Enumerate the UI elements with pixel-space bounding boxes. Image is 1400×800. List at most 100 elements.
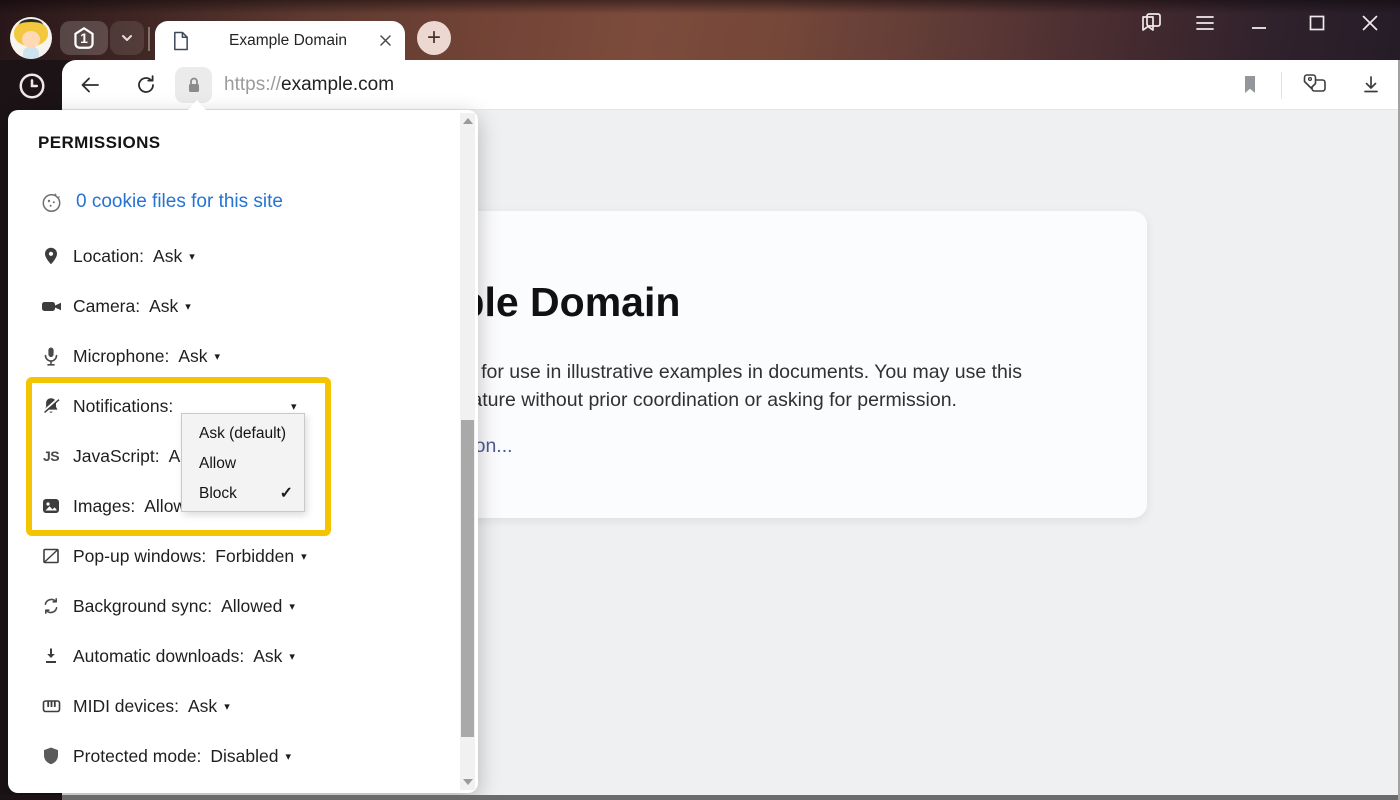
permission-label: Images: <box>73 496 135 517</box>
avatar-headband <box>19 19 43 31</box>
cookie-icon <box>38 191 64 214</box>
plus-icon: + <box>427 24 441 52</box>
downloads-button[interactable] <box>1359 73 1383 97</box>
permission-value[interactable]: Ask <box>153 246 182 267</box>
caret-down-icon[interactable]: ▾ <box>286 750 292 763</box>
dropdown-item-allow[interactable]: Allow ✓ <box>182 449 304 479</box>
bookmark-button[interactable] <box>1238 73 1262 97</box>
permission-label: Notifications: <box>73 396 173 417</box>
dialogs-button[interactable] <box>1139 11 1163 35</box>
url-domain: example.com <box>281 74 394 95</box>
window-bottom-edge <box>0 795 1400 800</box>
scrollbar-thumb[interactable] <box>461 420 474 737</box>
permission-label: Pop-up windows: <box>73 546 206 567</box>
caret-down-icon[interactable]: ▾ <box>289 600 295 613</box>
caret-down-icon[interactable]: ▾ <box>289 650 295 663</box>
check-icon: ✓ <box>280 479 293 509</box>
dropdown-item-block[interactable]: Block ✓ <box>182 479 304 509</box>
collections-tag-icon <box>1301 72 1329 98</box>
new-tab-button[interactable]: + <box>417 21 451 55</box>
address-bar[interactable]: https://example.com <box>224 60 394 110</box>
toolbar: https://example.com <box>62 60 1400 110</box>
permission-value[interactable]: Ask <box>188 696 217 717</box>
cookie-files-link[interactable]: 0 cookie files for this site <box>76 191 283 213</box>
notifications-off-icon <box>38 396 64 416</box>
avatar-face <box>22 31 40 48</box>
permission-label: Background sync: <box>73 596 212 617</box>
reload-button[interactable] <box>134 73 158 97</box>
close-window-button[interactable] <box>1358 11 1382 35</box>
permission-label: Camera: <box>73 296 140 317</box>
permission-row-microphone: Microphone: Ask ▾ <box>38 331 438 381</box>
background-sync-icon <box>38 596 64 616</box>
tab-groups-chevron-button[interactable] <box>110 21 144 55</box>
caret-down-icon[interactable]: ▾ <box>185 300 191 313</box>
collections-button[interactable] <box>1303 73 1327 97</box>
caret-down-icon[interactable]: ▾ <box>215 350 221 363</box>
back-button[interactable] <box>78 73 102 97</box>
dialogs-bookmark-icon <box>1138 11 1164 35</box>
profile-avatar[interactable] <box>10 17 52 59</box>
permission-label: JavaScript: <box>73 446 160 467</box>
dropdown-item-label: Block <box>199 485 237 502</box>
cookie-files-link-row[interactable]: 0 cookie files for this site <box>38 180 283 224</box>
permission-label: Protected mode: <box>73 746 201 767</box>
caret-down-icon[interactable]: ▾ <box>301 550 307 563</box>
maximize-icon <box>1308 14 1326 32</box>
permission-label: Automatic downloads: <box>73 646 244 667</box>
tab-groups-button[interactable]: 1 <box>60 21 108 55</box>
avatar-body <box>23 47 39 59</box>
caret-down-icon[interactable]: ▾ <box>224 700 230 713</box>
notifications-dropdown-menu: Ask (default) ✓ Allow ✓ Block ✓ <box>181 413 305 512</box>
tab-title: Example Domain <box>198 32 378 50</box>
permission-row-auto-downloads: Automatic downloads: Ask ▾ <box>38 631 438 681</box>
chevron-down-icon <box>119 30 135 46</box>
scroll-up-arrow-icon[interactable] <box>463 118 473 124</box>
auto-downloads-icon <box>38 646 64 666</box>
history-clock-button[interactable] <box>17 71 47 101</box>
dropdown-item-label: Allow <box>199 455 236 472</box>
bookmark-icon <box>1240 74 1260 96</box>
permission-row-midi: MIDI devices: Ask ▾ <box>38 681 438 731</box>
permission-value[interactable]: Forbidden <box>215 546 294 567</box>
minimize-button[interactable] <box>1247 11 1271 35</box>
permission-label: Location: <box>73 246 144 267</box>
panel-scrollbar[interactable] <box>460 113 475 790</box>
dropdown-item-ask-default[interactable]: Ask (default) ✓ <box>182 419 304 449</box>
url-scheme: https:// <box>224 74 281 95</box>
javascript-icon: JS <box>38 448 64 464</box>
permission-row-popups: Pop-up windows: Forbidden ▾ <box>38 531 438 581</box>
permission-row-location: Location: Ask ▾ <box>38 231 438 281</box>
back-arrow-icon <box>78 73 102 97</box>
clock-icon <box>17 71 47 101</box>
panel-beak <box>188 100 206 110</box>
shield-icon <box>38 746 64 766</box>
camera-icon <box>38 296 64 316</box>
popup-blocked-icon <box>38 546 64 566</box>
titlebar-separator <box>148 27 150 51</box>
permission-value[interactable]: Ask <box>178 346 207 367</box>
permission-label: MIDI devices: <box>73 696 179 717</box>
scroll-down-arrow-icon[interactable] <box>463 779 473 785</box>
permission-value[interactable]: Allowed <box>221 596 282 617</box>
location-pin-icon <box>38 246 64 266</box>
menu-button[interactable] <box>1193 11 1217 35</box>
tab-count: 1 <box>60 21 108 55</box>
permission-value[interactable]: Ask <box>253 646 282 667</box>
tab-example-domain[interactable]: Example Domain <box>155 21 405 60</box>
caret-down-icon[interactable]: ▾ <box>189 250 195 263</box>
microphone-icon <box>38 346 64 367</box>
caret-down-icon[interactable]: ▾ <box>291 400 297 413</box>
download-icon <box>1359 73 1383 97</box>
permission-row-protected-mode: Protected mode: Disabled ▾ <box>38 731 438 781</box>
permission-label: Microphone: <box>73 346 169 367</box>
images-icon <box>38 496 64 516</box>
page-document-icon <box>171 30 190 52</box>
site-security-button[interactable] <box>175 67 212 103</box>
permission-row-camera: Camera: Ask ▾ <box>38 281 438 331</box>
hamburger-icon <box>1195 15 1215 31</box>
permission-value[interactable]: Ask <box>149 296 178 317</box>
tab-close-icon[interactable] <box>378 33 393 48</box>
maximize-button[interactable] <box>1305 11 1329 35</box>
permission-value[interactable]: Disabled <box>210 746 278 767</box>
